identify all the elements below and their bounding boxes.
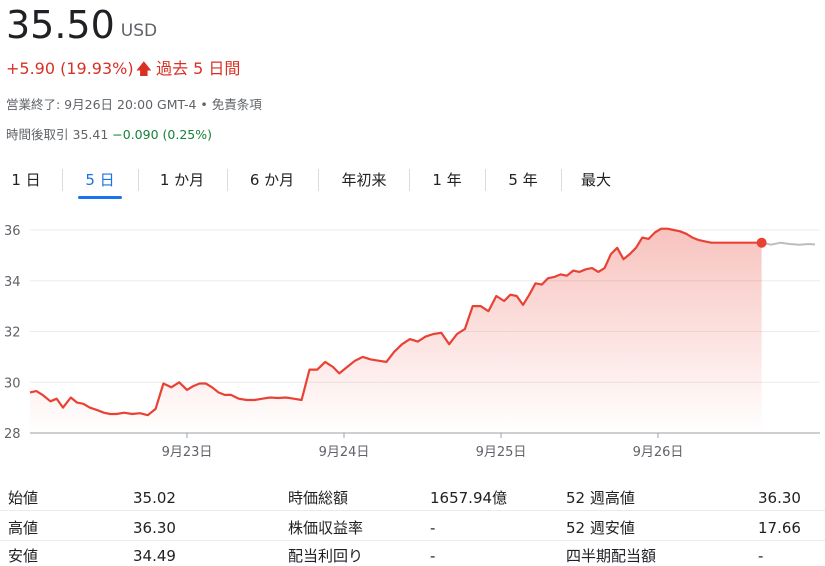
tab-separator bbox=[227, 169, 228, 191]
tab-separator bbox=[409, 169, 410, 191]
tab-separator bbox=[318, 169, 319, 191]
x-tick-label: 9月24日 bbox=[319, 445, 370, 460]
y-tick-label: 28 bbox=[4, 427, 21, 442]
tab-5y[interactable]: 5 年 bbox=[493, 163, 553, 197]
x-tick-label: 9月25日 bbox=[476, 445, 527, 460]
stat-label-qdiv: 四半期配当額 bbox=[566, 547, 657, 565]
x-tick-label: 9月26日 bbox=[633, 445, 684, 460]
y-tick-label: 34 bbox=[4, 275, 21, 290]
current-price-marker bbox=[756, 237, 767, 248]
stat-value-yield: - bbox=[430, 547, 436, 565]
stat-label-52wl: 52 週安値 bbox=[566, 519, 635, 537]
tab-ytd[interactable]: 年初来 bbox=[327, 163, 401, 197]
stat-value-qdiv: - bbox=[758, 547, 764, 565]
close-info: 営業終了: 9月26日 20:00 GMT-4 • 免責条項 bbox=[6, 97, 262, 112]
price-chart[interactable]: 28 30 32 34 36 9月23日 9月24日 9月25日 9月26日 bbox=[0, 210, 825, 465]
stat-value-high: 36.30 bbox=[133, 519, 176, 537]
stat-value-pe: - bbox=[430, 519, 436, 537]
change-period: 過去 5 日間 bbox=[156, 59, 241, 78]
current-price: 35.50 USD bbox=[6, 2, 157, 54]
tab-separator bbox=[62, 169, 63, 191]
price-change: +5.90 (19.93%) 🡅 過去 5 日間 bbox=[6, 58, 240, 80]
stat-value-open: 35.02 bbox=[133, 489, 176, 507]
stat-label-52wh: 52 週高値 bbox=[566, 489, 635, 507]
price-area bbox=[30, 228, 762, 433]
y-tick-label: 36 bbox=[4, 224, 21, 239]
divider bbox=[0, 540, 825, 541]
currency-label: USD bbox=[120, 21, 158, 41]
tab-6m[interactable]: 6 か月 bbox=[236, 163, 308, 197]
arrow-up-icon: 🡅 bbox=[135, 59, 153, 78]
stat-value-52wh: 36.30 bbox=[758, 489, 801, 507]
tab-1y[interactable]: 1 年 bbox=[417, 163, 477, 197]
x-tick-label: 9月23日 bbox=[162, 445, 213, 460]
after-hours-info: 時間後取引 35.41 −0.090 (0.25%) bbox=[6, 126, 212, 144]
after-hours-price: 35.41 bbox=[72, 127, 109, 142]
stat-label-high: 高値 bbox=[8, 519, 39, 537]
after-hours-line bbox=[761, 241, 816, 246]
stat-label-pe: 株価収益率 bbox=[288, 519, 364, 537]
range-tabs: 1 日 5 日 1 か月 6 か月 年初来 1 年 5 年 最大 bbox=[0, 163, 640, 199]
change-value: +5.90 (19.93%) bbox=[6, 59, 134, 78]
y-tick-label: 30 bbox=[4, 376, 21, 391]
stat-label-low: 安値 bbox=[8, 547, 39, 565]
tab-separator bbox=[485, 169, 486, 191]
stat-label-open: 始値 bbox=[8, 489, 39, 507]
after-hours-change: −0.090 (0.25%) bbox=[112, 127, 212, 142]
tab-separator bbox=[138, 169, 139, 191]
tab-1m[interactable]: 1 か月 bbox=[146, 163, 218, 197]
tab-5d[interactable]: 5 日 bbox=[72, 163, 128, 197]
stat-value-low: 34.49 bbox=[133, 547, 176, 565]
stat-label-mktcap: 時価総額 bbox=[288, 489, 349, 507]
stat-value-52wl: 17.66 bbox=[758, 519, 801, 537]
tab-separator bbox=[561, 169, 562, 191]
stat-value-mktcap: 1657.94億 bbox=[430, 489, 508, 507]
price-value: 35.50 bbox=[6, 3, 115, 47]
divider bbox=[0, 510, 825, 511]
stat-label-yield: 配当利回り bbox=[288, 547, 364, 565]
after-hours-label: 時間後取引 bbox=[6, 127, 69, 142]
tab-max[interactable]: 最大 bbox=[567, 163, 625, 197]
y-tick-label: 32 bbox=[4, 326, 21, 341]
tab-1d[interactable]: 1 日 bbox=[0, 163, 52, 197]
